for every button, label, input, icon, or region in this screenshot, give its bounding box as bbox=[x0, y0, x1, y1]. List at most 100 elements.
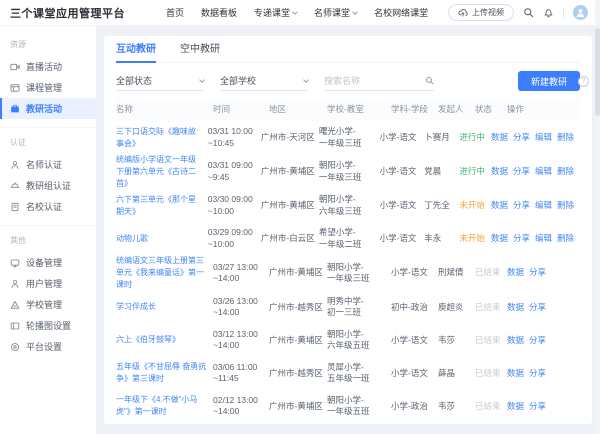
sidebar-item[interactable]: 教研活动 bbox=[0, 98, 96, 119]
sidebar-section-label: 认证 bbox=[0, 132, 96, 154]
row-time: 03/27 13:00 ~14:00 bbox=[213, 262, 269, 285]
scrollbar-thumb[interactable] bbox=[595, 28, 600, 116]
action-share[interactable]: 分享 bbox=[529, 302, 546, 313]
chevron-down-icon bbox=[292, 9, 298, 15]
scrollbar[interactable] bbox=[595, 0, 600, 434]
action-share[interactable]: 分享 bbox=[529, 401, 546, 412]
filter-bar: 全部状态 全部学校 新建教研 ? bbox=[116, 63, 580, 99]
nav-item[interactable]: 名校网络课堂 bbox=[374, 6, 428, 19]
action-share[interactable]: 分享 bbox=[529, 368, 546, 379]
row-name-link[interactable]: 六上《伯牙鼓琴》 bbox=[116, 335, 180, 344]
action-edit[interactable]: 编辑 bbox=[535, 233, 552, 244]
tab-inactive[interactable]: 空中教研 bbox=[180, 40, 220, 62]
row-subject: 小学-语文 bbox=[391, 335, 438, 346]
search-box bbox=[324, 71, 434, 91]
nav-item[interactable]: 名师课堂 bbox=[314, 6, 357, 19]
action-share[interactable]: 分享 bbox=[513, 132, 530, 143]
search-icon[interactable] bbox=[425, 76, 434, 85]
search-icon[interactable] bbox=[523, 7, 534, 18]
row-name-link[interactable]: 五年级《不甘屈辱 奋勇抗争》第三课时 bbox=[116, 362, 206, 383]
header-divider bbox=[563, 7, 564, 19]
row-subject: 小学-语文 bbox=[380, 132, 425, 143]
status-badge: 进行中 bbox=[459, 166, 485, 176]
action-edit[interactable]: 编辑 bbox=[535, 200, 552, 211]
sidebar-item[interactable]: 用户管理 bbox=[0, 273, 96, 294]
action-data[interactable]: 数据 bbox=[491, 132, 508, 143]
action-data[interactable]: 数据 bbox=[491, 233, 508, 244]
sidebar-item[interactable]: 名师认证 bbox=[0, 154, 96, 175]
row-time: 02/12 13:00 ~14:00 bbox=[213, 395, 269, 418]
row-actions: 数据分享 bbox=[507, 267, 580, 278]
tab-active[interactable]: 互动教研 bbox=[116, 40, 156, 62]
row-name-link[interactable]: 学习伴成长 bbox=[116, 302, 156, 311]
search-input[interactable] bbox=[324, 76, 421, 86]
action-data[interactable]: 数据 bbox=[491, 166, 508, 177]
action-delete[interactable]: 删除 bbox=[557, 233, 574, 244]
action-data[interactable]: 数据 bbox=[507, 267, 524, 278]
row-name-link[interactable]: 统编版小学语文一年级下册第六单元《古诗二首》 bbox=[116, 155, 196, 188]
top-header: 三个课堂应用管理平台 首页数据看板专递课堂名师课堂名校网络课堂 上传视频 bbox=[0, 0, 600, 26]
avatar[interactable] bbox=[573, 5, 588, 20]
row-region: 广州市-越秀区 bbox=[269, 368, 327, 379]
upload-video-button[interactable]: 上传视频 bbox=[448, 4, 514, 21]
row-name-link[interactable]: 动物儿歌 bbox=[116, 234, 148, 243]
row-time: 03/06 11:00 ~11:45 bbox=[213, 362, 269, 385]
action-data[interactable]: 数据 bbox=[507, 335, 524, 346]
new-research-button[interactable]: 新建教研 bbox=[518, 71, 580, 91]
row-actions: 数据分享 bbox=[507, 368, 580, 379]
status-badge: 已结束 bbox=[475, 401, 501, 411]
row-region: 广州市-越秀区 bbox=[269, 302, 327, 313]
bell-icon[interactable] bbox=[543, 7, 554, 18]
action-delete[interactable]: 删除 bbox=[557, 132, 574, 143]
status-filter-select[interactable]: 全部状态 bbox=[116, 71, 204, 91]
sidebar-item[interactable]: 直播活动 bbox=[0, 56, 96, 77]
status-badge: 已结束 bbox=[475, 302, 501, 312]
nav-item[interactable]: 专递课堂 bbox=[254, 6, 297, 19]
nav-item[interactable]: 首页 bbox=[166, 6, 184, 19]
status-badge: 已结束 bbox=[475, 335, 501, 345]
column-header: 操作 bbox=[507, 104, 580, 115]
action-delete[interactable]: 删除 bbox=[557, 166, 574, 177]
sidebar-item[interactable]: 轮播图设置 bbox=[0, 315, 96, 336]
row-name-link[interactable]: 三下口语交际《趣味故事会》 bbox=[116, 127, 196, 148]
row-region: 广州市-天河区 bbox=[261, 132, 319, 143]
action-share[interactable]: 分享 bbox=[513, 166, 530, 177]
action-data[interactable]: 数据 bbox=[507, 368, 524, 379]
status-badge: 未开始 bbox=[459, 200, 485, 210]
status-badge: 已结束 bbox=[475, 368, 501, 378]
action-share[interactable]: 分享 bbox=[529, 267, 546, 278]
main-area: 互动教研 空中教研 全部状态 全部学校 新建教研 ? bbox=[96, 26, 600, 434]
row-initiator: 韦莎 bbox=[438, 335, 475, 346]
nav-item[interactable]: 数据看板 bbox=[201, 6, 237, 19]
action-share[interactable]: 分享 bbox=[513, 233, 530, 244]
row-subject: 小学-语文 bbox=[380, 233, 425, 244]
sidebar-item[interactable]: 设备管理 bbox=[0, 252, 96, 273]
action-edit[interactable]: 编辑 bbox=[535, 166, 552, 177]
school-filter-select[interactable]: 全部学校 bbox=[220, 71, 308, 91]
tab-bar: 互动教研 空中教研 bbox=[116, 36, 580, 63]
sidebar-section-label: 其他 bbox=[0, 230, 96, 252]
action-delete[interactable]: 删除 bbox=[557, 200, 574, 211]
row-initiator: 丰永 bbox=[424, 233, 459, 244]
row-subject: 小学-语文 bbox=[391, 267, 438, 278]
row-name-link[interactable]: 一年级下《4.不做“小马虎”》第一课时 bbox=[116, 395, 197, 416]
row-subject: 小学-语文 bbox=[380, 166, 425, 177]
row-name-link[interactable]: 统编语文三年级上册第三单元《我来编童话》第一课时 bbox=[116, 256, 204, 289]
sidebar-item[interactable]: 名校认证 bbox=[0, 196, 96, 217]
table-row: 五年级《不甘屈辱 奋勇抗争》第三课时 03/06 11:00 ~11:45广州市-… bbox=[116, 357, 580, 390]
row-school: 朝阳小学- 一年级三班 bbox=[327, 262, 391, 285]
action-edit[interactable]: 编辑 bbox=[535, 132, 552, 143]
action-data[interactable]: 数据 bbox=[507, 401, 524, 412]
action-share[interactable]: 分享 bbox=[513, 200, 530, 211]
help-icon[interactable]: ? bbox=[578, 76, 589, 87]
row-school: 朝阳小学- 一年级五班 bbox=[327, 395, 391, 418]
sidebar-item[interactable]: 平台设置 bbox=[0, 336, 96, 357]
sidebar-item[interactable]: 课程管理 bbox=[0, 77, 96, 98]
action-share[interactable]: 分享 bbox=[529, 335, 546, 346]
action-data[interactable]: 数据 bbox=[491, 200, 508, 211]
row-time: 03/12 13:00 ~14:00 bbox=[213, 329, 269, 352]
action-data[interactable]: 数据 bbox=[507, 302, 524, 313]
sidebar-item[interactable]: 学校管理 bbox=[0, 294, 96, 315]
sidebar-item[interactable]: 教研组认证 bbox=[0, 175, 96, 196]
row-name-link[interactable]: 六下第三单元《那个星期天》 bbox=[116, 195, 196, 216]
